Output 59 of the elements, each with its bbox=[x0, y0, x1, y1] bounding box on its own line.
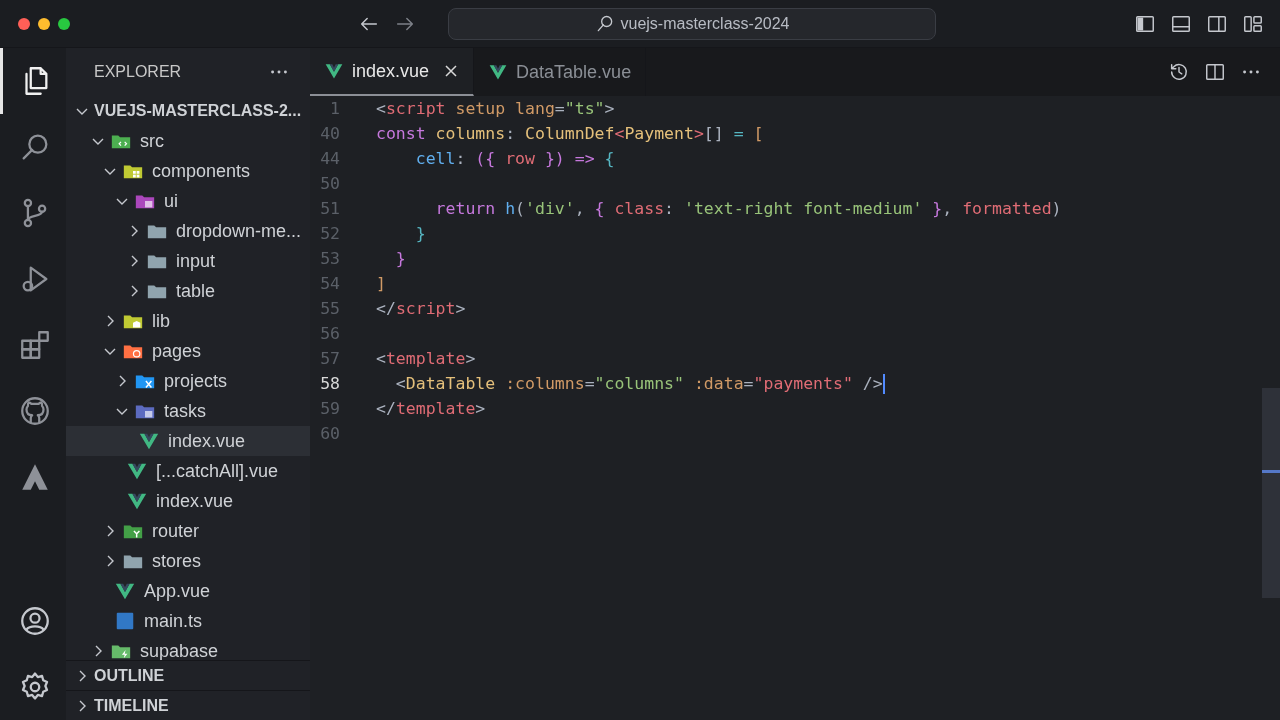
line-number: 40 bbox=[319, 124, 340, 143]
folder-item[interactable]: stores bbox=[66, 546, 310, 576]
explorer-root-item[interactable]: VUEJS-MASTERCLASS-2... bbox=[66, 96, 310, 126]
line-number: 56 bbox=[319, 324, 340, 343]
file-item[interactable]: index.vue bbox=[66, 486, 310, 516]
timeline-history-icon[interactable] bbox=[1168, 61, 1190, 83]
folder-item[interactable]: supabase bbox=[66, 636, 310, 660]
line-number: 58 bbox=[319, 374, 340, 393]
text-cursor bbox=[882, 373, 885, 394]
line-number: 52 bbox=[319, 224, 340, 243]
zoom-window-button[interactable] bbox=[58, 17, 70, 30]
line-number: 55 bbox=[319, 299, 340, 318]
line-number: 59 bbox=[319, 399, 340, 418]
folder-item[interactable]: input bbox=[66, 246, 310, 276]
folder-item[interactable]: pages bbox=[66, 336, 310, 366]
explorer-title: EXPLORER bbox=[94, 63, 182, 81]
line-number: 1 bbox=[329, 99, 340, 118]
code-line: <script setup lang="ts"> bbox=[376, 99, 615, 118]
line-number: 44 bbox=[319, 149, 340, 168]
file-item[interactable]: index.vue bbox=[66, 426, 310, 456]
code-line: } bbox=[414, 224, 426, 243]
folder-item[interactable]: router bbox=[66, 516, 310, 546]
code-line: <template> bbox=[376, 349, 476, 368]
close-window-button[interactable] bbox=[18, 17, 30, 30]
folder-item[interactable]: src bbox=[66, 126, 310, 156]
scrollbar-marker bbox=[1262, 470, 1280, 473]
vue-file-icon bbox=[324, 61, 344, 81]
line-number: 50 bbox=[319, 174, 340, 193]
scrollbar-thumb[interactable] bbox=[1262, 388, 1280, 598]
folder-item[interactable]: projects bbox=[66, 366, 310, 396]
minimize-window-button[interactable] bbox=[38, 17, 50, 30]
ts-file-icon bbox=[114, 610, 136, 632]
line-number: 53 bbox=[319, 249, 340, 268]
code-line: </script> bbox=[376, 299, 466, 318]
code-line: } bbox=[394, 249, 406, 268]
code-line: </template> bbox=[376, 399, 486, 418]
split-editor-icon[interactable] bbox=[1204, 61, 1226, 83]
line-number: 54 bbox=[319, 274, 340, 293]
folder-item[interactable]: lib bbox=[66, 306, 310, 336]
command-center-search[interactable]: vuejs-masterclass-2024 bbox=[448, 7, 936, 40]
code-line: const columns: ColumnDef<Payment>[] = [ bbox=[376, 124, 764, 143]
vue-file-icon bbox=[488, 62, 509, 82]
line-number: 51 bbox=[319, 199, 340, 218]
folder-item[interactable]: components bbox=[66, 156, 310, 186]
folder-item[interactable]: table bbox=[66, 276, 310, 306]
folder-item[interactable]: dropdown-me... bbox=[66, 216, 310, 246]
file-item[interactable]: App.vue bbox=[66, 576, 310, 606]
line-number: 57 bbox=[319, 349, 340, 368]
folder-item[interactable]: tasks bbox=[66, 396, 310, 426]
code-line: <DataTable :columns="columns" :data="payments" /> bbox=[394, 374, 883, 393]
line-number: 60 bbox=[319, 424, 340, 443]
code-line: cell: ({ row }) => { bbox=[414, 149, 615, 168]
code-line: ] bbox=[376, 274, 386, 293]
editor-tab[interactable]: index.vue bbox=[310, 48, 475, 96]
file-item[interactable]: [...catchAll].vue bbox=[66, 456, 310, 486]
file-item[interactable]: main.ts bbox=[66, 606, 310, 636]
code-line: return h('div', { class: 'text-right font-medium' }, formatted) bbox=[434, 199, 1062, 218]
close-icon[interactable] bbox=[443, 63, 460, 79]
folder-item[interactable]: ui bbox=[66, 186, 310, 216]
